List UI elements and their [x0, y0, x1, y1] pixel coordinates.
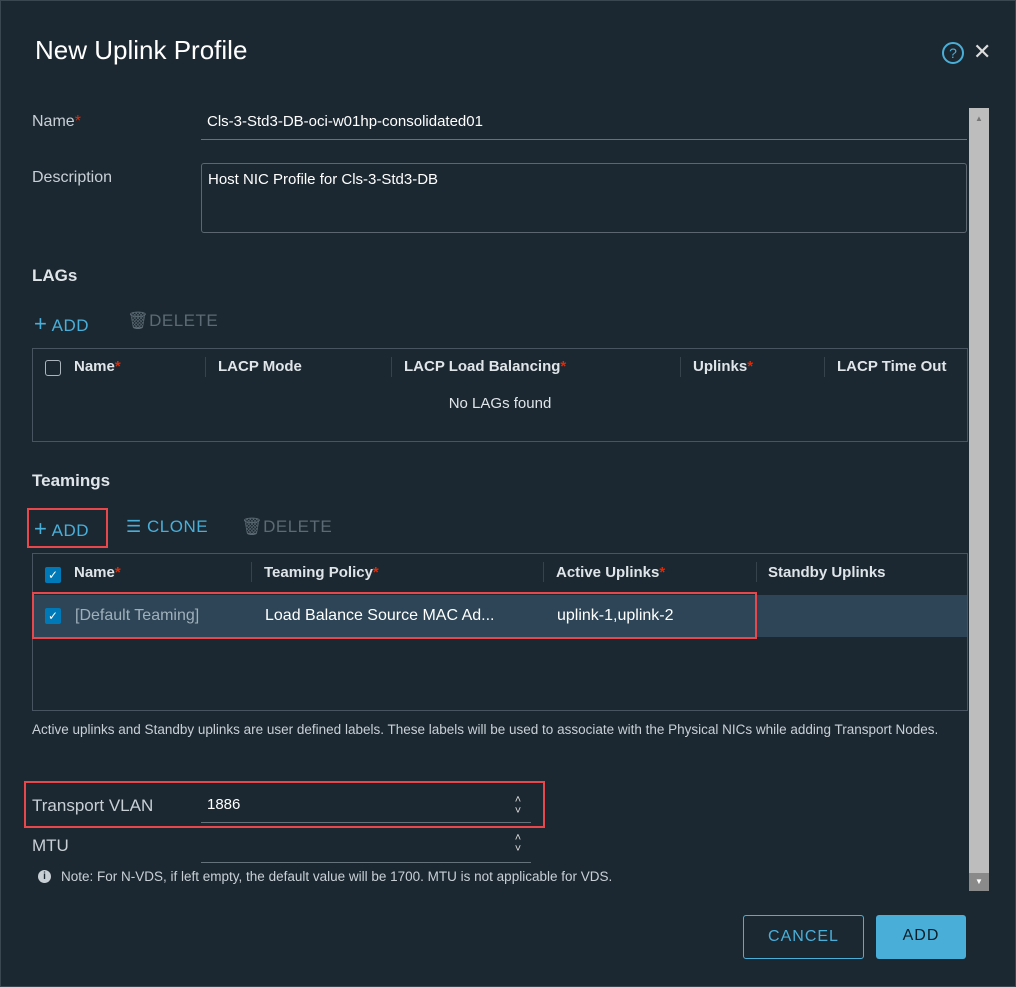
scroll-down-icon[interactable]: ▼: [969, 873, 989, 891]
lags-section-title: LAGs: [32, 266, 78, 285]
lags-add-button[interactable]: + ADD: [34, 311, 89, 337]
lags-col-lacp-mode: LACP Mode: [218, 358, 302, 375]
teamings-delete-button[interactable]: 🗑DELETE: [241, 517, 332, 537]
description-label: Description: [32, 169, 113, 186]
teamings-clone-button[interactable]: ☰ CLONE: [126, 517, 208, 537]
clone-icon: ☰: [126, 517, 142, 536]
transport-vlan-input[interactable]: 1886: [201, 796, 531, 823]
scrollbar[interactable]: ▲ ▼: [969, 108, 989, 891]
help-icon[interactable]: ?: [942, 42, 964, 64]
dialog-title: New Uplink Profile: [35, 35, 248, 65]
column-divider: [205, 357, 206, 377]
new-uplink-profile-dialog: New Uplink Profile ? ✕ Name* Cls-3-Std3-…: [0, 0, 1016, 987]
trash-icon: 🗑: [241, 517, 264, 536]
column-divider: [756, 562, 757, 582]
cancel-button[interactable]: CANCEL: [743, 915, 864, 959]
teamings-select-all-checkbox[interactable]: ✓: [45, 567, 61, 583]
info-icon: i: [38, 870, 51, 883]
lags-empty-message: No LAGs found: [448, 395, 552, 412]
lags-col-uplinks: Uplinks*: [693, 358, 754, 375]
column-divider: [824, 357, 825, 377]
name-input[interactable]: Cls-3-Std3-DB-oci-w01hp-consolidated01: [201, 113, 967, 140]
lags-delete-button[interactable]: 🗑DELETE: [127, 311, 218, 331]
close-icon[interactable]: ✕: [973, 39, 991, 65]
transport-vlan-stepper-icon[interactable]: ˄ ˅: [512, 795, 524, 817]
lags-select-all-checkbox[interactable]: [45, 360, 61, 376]
transport-vlan-label: Transport VLAN: [32, 796, 154, 815]
add-button[interactable]: ADD: [876, 915, 966, 959]
column-divider: [680, 357, 681, 377]
teamings-col-active: Active Uplinks*: [556, 564, 666, 581]
highlight-box: [32, 592, 757, 639]
column-divider: [251, 562, 252, 582]
lags-grid: Name* LACP Mode LACP Load Balancing* Upl…: [32, 348, 968, 442]
mtu-label: MTU: [32, 836, 69, 855]
lags-col-lacp-load-balancing: LACP Load Balancing*: [404, 358, 567, 375]
mtu-input[interactable]: [201, 836, 531, 863]
teamings-col-policy: Teaming Policy*: [264, 564, 379, 581]
lags-col-name: Name*: [74, 358, 121, 375]
teamings-section-title: Teamings: [32, 471, 111, 490]
column-divider: [543, 562, 544, 582]
scroll-up-icon[interactable]: ▲: [975, 114, 983, 123]
teamings-help-text: Active uplinks and Standby uplinks are u…: [32, 722, 939, 737]
lags-col-lacp-timeout: LACP Time Out: [837, 358, 947, 375]
teamings-col-name: Name*: [74, 564, 121, 581]
mtu-note: Note: For N-VDS, if left empty, the defa…: [61, 869, 613, 884]
description-textarea[interactable]: Host NIC Profile for Cls-3-Std3-DB: [201, 163, 967, 233]
plus-icon: +: [34, 516, 48, 541]
mtu-stepper-icon[interactable]: ˄ ˅: [512, 833, 524, 855]
trash-icon: 🗑: [127, 311, 150, 330]
teamings-add-button[interactable]: + ADD: [34, 516, 89, 542]
teamings-col-standby: Standby Uplinks: [768, 564, 886, 581]
column-divider: [391, 357, 392, 377]
name-label: Name*: [32, 113, 81, 130]
plus-icon: +: [34, 311, 48, 336]
